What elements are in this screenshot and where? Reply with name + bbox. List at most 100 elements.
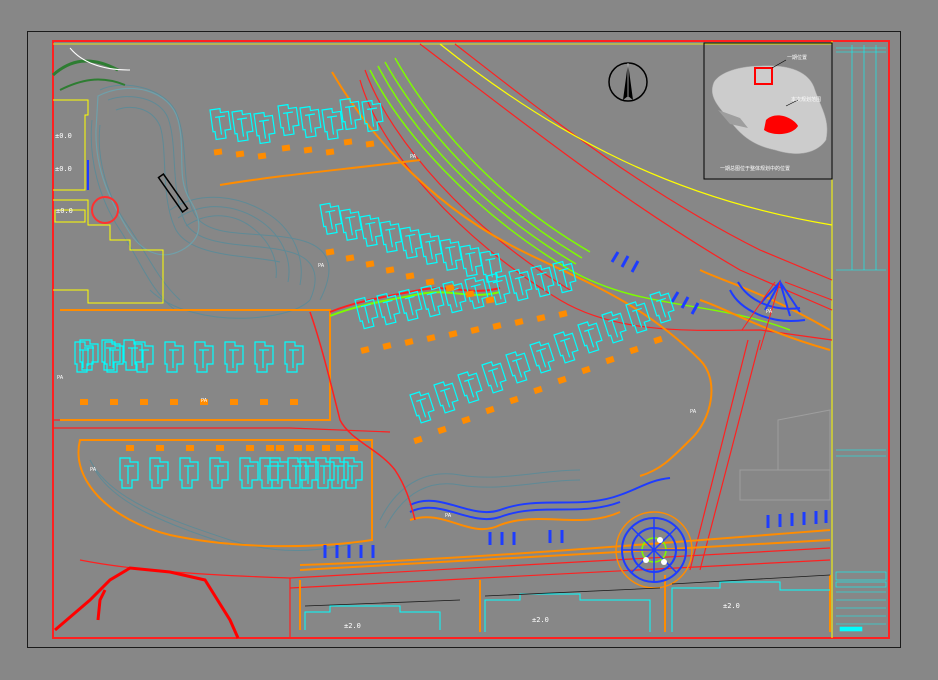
north-arrow-icon [608,62,648,102]
entrance-pad [230,399,238,405]
entrance-pad [126,445,134,451]
villa-unit [457,371,483,404]
south-road-lines [304,574,831,607]
villa-unit [409,391,435,424]
villa-unit [433,381,459,414]
villa-unit [419,232,443,265]
villa-unit [315,457,335,489]
entrance-pad [80,399,88,405]
villa-unit [259,457,279,489]
entrance-pad [492,322,502,330]
entrance-pad [325,248,335,256]
pa-label: PA [410,154,417,160]
villa-unit [239,457,259,489]
elevation-label-south-3: ±2.0 [723,602,740,610]
entrance-pad [426,334,436,342]
entrance-pad [290,399,298,405]
entrance-pad [437,425,447,435]
pa-label: PA [318,263,325,269]
villa-unit [209,457,229,489]
villa-unit [321,107,344,141]
villa-unit [553,331,579,364]
location-inset-map [703,42,833,180]
villa-unit [253,111,276,145]
entrance-pad [336,445,344,451]
villa-unit [231,109,254,143]
entrance-pad [509,395,519,405]
villa-unit [442,280,467,314]
entrance-pad [325,148,335,156]
entrance-pad [405,272,415,280]
pa-label: PA [445,513,452,519]
villa-unit [194,341,214,373]
entrance-pad [360,346,370,354]
entrance-pad [257,152,267,160]
roundabout [615,511,693,589]
villa-unit [339,208,363,241]
villa-unit [319,202,343,235]
entrance-pad [461,415,471,425]
villa-unit [530,264,555,298]
elevation-label-south-1: ±2.0 [344,622,361,630]
villa-unit [459,244,483,277]
entrance-pad [266,445,274,451]
villa-unit [254,341,274,373]
villa-unit [224,341,244,373]
villa-unit [399,226,423,259]
entrance-pad [140,399,148,405]
entrance-pad [170,399,178,405]
title-block [835,45,887,632]
entrance-pad [350,445,358,451]
villa-unit [123,339,143,371]
pa-label: PA [766,309,773,315]
pa-label: PA [57,375,64,381]
stream-west [309,311,416,521]
villa-unit [209,107,232,141]
entrance-pad [303,146,313,154]
inset-caption: 一期总图位于整体规划中的位置 [720,166,791,172]
elevation-label-west-3: ±0.0 [56,207,73,215]
entrance-pad [485,405,495,415]
entrance-pad [216,445,224,451]
entrance-pad [213,148,223,156]
entrance-pad [605,355,615,365]
inset-callout-scope: 本次规划范围 [791,97,822,103]
entrance-pad [322,445,330,451]
elevation-label-south-2: ±2.0 [532,616,549,624]
entrance-pad [343,138,353,146]
entrance-pad [557,375,567,385]
elevation-label-west-2: ±0.0 [55,165,72,173]
entrance-pad [470,326,480,334]
villa-unit [277,103,300,137]
villa-unit [481,361,507,394]
entrance-pad [281,144,291,152]
villa-unit [577,321,603,354]
entrance-pad [558,310,568,318]
entrance-pad [186,445,194,451]
villa-unit [74,341,94,373]
south-buildings [304,581,830,632]
entrance-pad [404,338,414,346]
entrance-pad [235,150,245,158]
title-block-border [831,40,890,639]
lake [95,87,200,256]
villa-unit [505,351,531,384]
entrance-pad [365,260,375,268]
entrance-pad [306,445,314,451]
entrance-pad [425,278,435,286]
entrance-pad [382,342,392,350]
entrance-pad [110,399,118,405]
east-existing [739,409,831,501]
villa-unit [379,220,403,253]
pa-label: PA [90,467,97,473]
red-roads [53,43,833,638]
entrance-pad [156,445,164,451]
property-boundary [54,566,240,639]
entrance-pad [629,345,639,355]
villa-unit [649,291,675,324]
villa-unit [164,341,184,373]
villa-unit [179,457,199,489]
villa-unit [134,341,154,373]
entrance-pad [294,445,302,451]
entrance-pad [581,365,591,375]
